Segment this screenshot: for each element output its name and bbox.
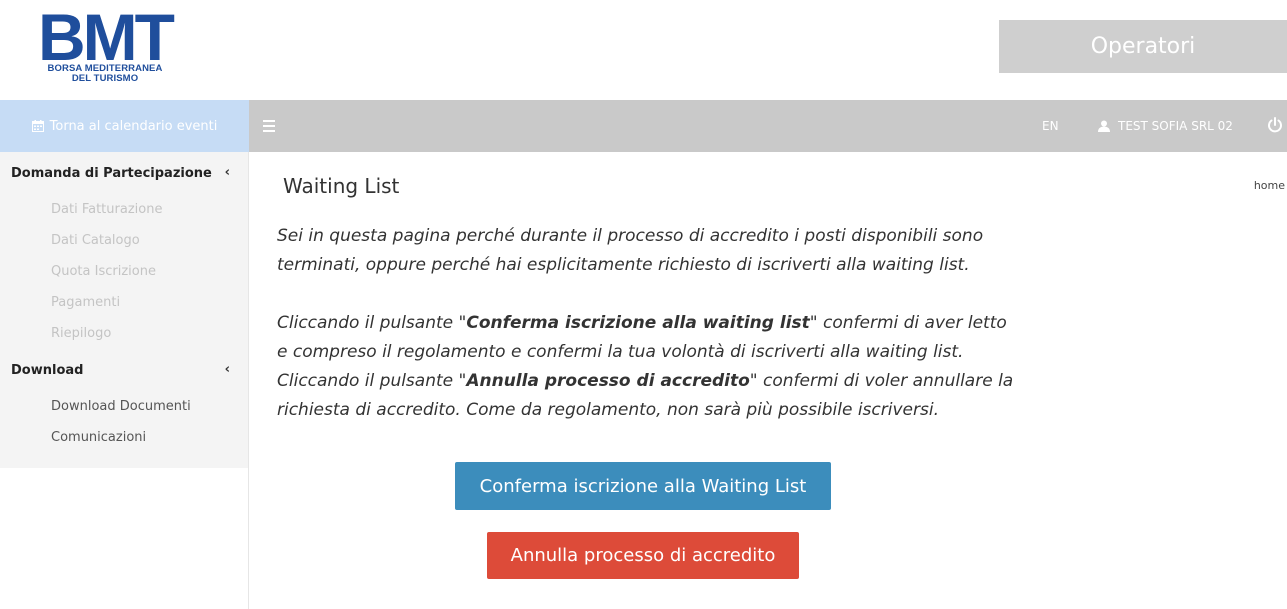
sidebar-section-title: Download (11, 362, 84, 378)
bmt-logo[interactable]: BMT BORSA MEDITERRANEA DEL TURISMO (34, 10, 184, 90)
sidebar-section-domanda[interactable]: Domanda di Partecipazione ‹ (0, 152, 248, 194)
user-icon (1098, 120, 1110, 132)
sidebar: Domanda di Partecipazione ‹ Dati Fattura… (0, 152, 249, 609)
waiting-list-info: Sei in questa pagina perché durante il p… (277, 222, 1017, 454)
logo-subtitle-line2: DEL TURISMO (71, 73, 139, 84)
sidebar-menu: Domanda di Partecipazione ‹ Dati Fattura… (0, 152, 248, 468)
language-switch[interactable]: EN (1042, 100, 1059, 152)
main-content: Waiting List home Sei in questa pagina p… (249, 152, 1287, 609)
top-navbar: Torna al calendario eventi EN TEST SOFIA… (0, 100, 1287, 152)
sidebar-item-comunicazioni[interactable]: Comunicazioni (0, 422, 248, 453)
operatori-button[interactable]: Operatori (999, 20, 1287, 73)
chevron-left-icon: ‹ (224, 165, 230, 180)
calendar-icon (31, 120, 44, 132)
user-menu[interactable]: TEST SOFIA SRL 02 (1098, 100, 1233, 152)
chevron-left-icon: ‹ (224, 362, 230, 377)
bmt-logo-mark: BMT (38, 10, 176, 62)
logo-text: BMT (38, 10, 175, 62)
sidebar-item-quota-iscrizione: Quota Iscrizione (51, 264, 156, 279)
sidebar-section-title: Domanda di Partecipazione (11, 165, 212, 181)
page-title: Waiting List (283, 174, 400, 198)
confirm-waiting-list-button[interactable]: Conferma iscrizione alla Waiting List (455, 462, 831, 510)
user-name: TEST SOFIA SRL 02 (1118, 119, 1233, 133)
menu-toggle-icon[interactable] (263, 117, 277, 135)
sidebar-item-riepilogo: Riepilogo (51, 326, 112, 341)
sidebar-section-download[interactable]: Download ‹ (0, 349, 248, 391)
sidebar-item-download-documenti[interactable]: Download Documenti (0, 391, 248, 422)
back-link-label: Torna al calendario eventi (49, 118, 218, 134)
info-paragraph-2: Cliccando il pulsante "Conferma iscrizio… (277, 313, 1014, 420)
sidebar-item-pagamenti: Pagamenti (51, 295, 121, 310)
logo-subtitle: BORSA MEDITERRANEA DEL TURISMO (34, 64, 176, 84)
back-to-calendar-link[interactable]: Torna al calendario eventi (0, 100, 249, 152)
sidebar-item-dati-catalogo: Dati Catalogo (51, 233, 140, 248)
power-icon[interactable] (1266, 116, 1284, 134)
breadcrumb-home[interactable]: home (1254, 179, 1285, 192)
cancel-accreditation-button[interactable]: Annulla processo di accredito (487, 532, 799, 579)
sidebar-item-dati-fatturazione: Dati Fatturazione (51, 202, 163, 217)
header: BMT BORSA MEDITERRANEA DEL TURISMO Opera… (0, 0, 1287, 100)
info-paragraph-1: Sei in questa pagina perché durante il p… (277, 226, 984, 275)
